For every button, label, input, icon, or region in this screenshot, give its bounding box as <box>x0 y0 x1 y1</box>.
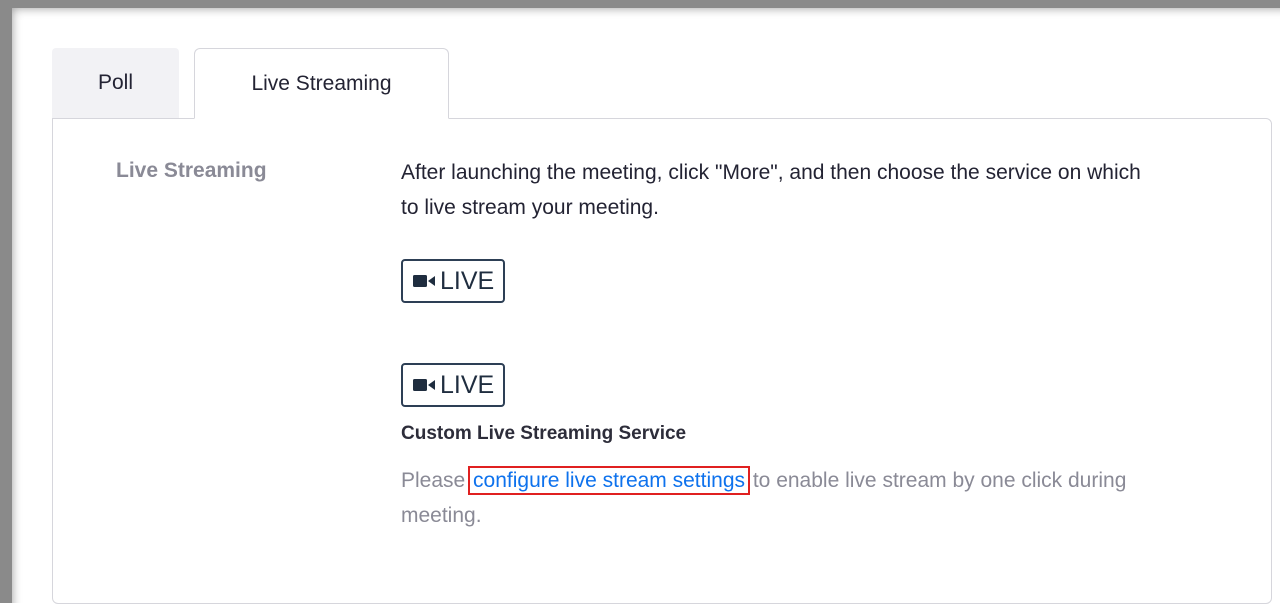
configure-note: Please configure live stream settings to… <box>401 463 1161 533</box>
section-content: After launching the meeting, click "More… <box>401 155 1161 527</box>
section-description: After launching the meeting, click "More… <box>401 161 1141 219</box>
video-camera-icon <box>413 379 435 391</box>
note-prefix: Please <box>401 469 472 492</box>
window-frame: Poll Live Streaming Live Streaming After… <box>0 0 1280 604</box>
tab-live-streaming-label: Live Streaming <box>251 71 392 95</box>
section-label: Live Streaming <box>116 159 267 182</box>
tab-poll[interactable]: Poll <box>52 48 179 118</box>
tab-poll-label: Poll <box>97 71 134 94</box>
tab-live-streaming[interactable]: Live Streaming <box>194 48 449 119</box>
configure-live-stream-link[interactable]: configure live stream settings <box>468 466 751 495</box>
live-button-1-label: LIVE <box>440 266 495 295</box>
custom-service-title: Custom Live Streaming Service <box>401 423 687 444</box>
live-streaming-panel: Live Streaming After launching the meeti… <box>52 118 1272 604</box>
video-camera-icon <box>413 275 435 287</box>
live-button-2-label: LIVE <box>440 370 495 399</box>
live-button-1[interactable]: LIVE <box>401 259 506 303</box>
live-button-2[interactable]: LIVE <box>401 363 506 407</box>
